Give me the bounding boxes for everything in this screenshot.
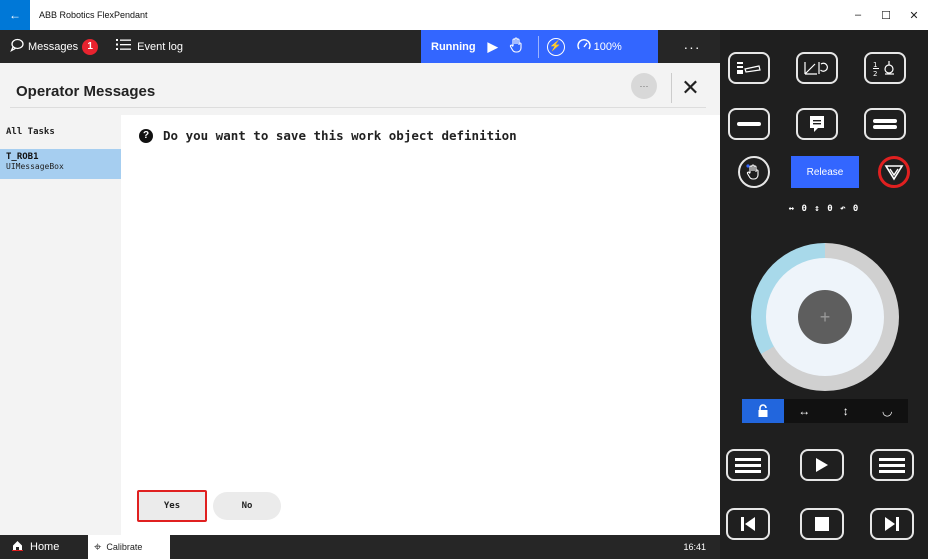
play-icon: ▶ [487, 38, 498, 54]
menu-right-button[interactable] [870, 449, 914, 481]
menu-left-button[interactable] [726, 449, 770, 481]
more-menu-button[interactable]: ··· [672, 30, 712, 63]
panel-header: Operator Messages ··· ✕ [0, 63, 720, 115]
jog-mode-selector: ↔ ↕ ◡ [742, 399, 908, 423]
all-tasks-item[interactable]: All Tasks [6, 127, 55, 137]
task-sidebar: All Tasks T_ROB1 UIMessageBox [0, 115, 121, 535]
window-controls: – ☐ ✕ [844, 0, 928, 30]
play-button[interactable] [800, 449, 844, 481]
stop-button[interactable] [800, 508, 844, 540]
event-log-button[interactable]: Event log [116, 38, 183, 55]
minus-button[interactable] [728, 108, 770, 140]
chat-bubble-icon [10, 38, 24, 55]
step-forward-button[interactable] [870, 508, 914, 540]
message-content: ? Do you want to save this work object d… [121, 115, 720, 535]
increment-button[interactable]: 12 [864, 52, 906, 84]
task-source: UIMessageBox [6, 162, 64, 171]
release-button[interactable]: Release [791, 156, 859, 188]
enable-hand-icon[interactable] [738, 156, 770, 188]
calibrate-label: Calibrate [106, 542, 143, 552]
task-item-t-rob1[interactable]: T_ROB1 UIMessageBox [0, 149, 121, 179]
task-name: T_ROB1 [6, 152, 39, 162]
app-top-bar: Messages 1 Event log Running ▶ ⚡ 100% ··… [0, 30, 720, 63]
axis-readout: ↔ 0 ↕ 0 ↶ 0 [788, 204, 860, 214]
event-log-label: Event log [137, 40, 184, 53]
running-status: Running [431, 40, 476, 53]
bars-icon [879, 457, 905, 473]
joystick-pad[interactable]: + [766, 258, 884, 376]
home-label: Home [30, 541, 60, 553]
messages-button[interactable]: Messages 1 [10, 38, 99, 55]
flexpendant-window: ← ABB Robotics FlexPendant – ☐ ✕ Message… [0, 0, 928, 559]
bars-icon [735, 457, 761, 473]
list-icon [116, 38, 132, 55]
mechanical-unit-button[interactable] [728, 52, 770, 84]
messages-label: Messages [28, 40, 79, 53]
message-text: Do you want to save this work object def… [163, 128, 517, 143]
minimize-icon[interactable]: – [844, 0, 872, 30]
panel-close-button[interactable]: ✕ [671, 73, 709, 103]
gauge-icon [576, 39, 591, 54]
vertical-mode-icon[interactable]: ↕ [825, 399, 867, 423]
back-arrow-icon[interactable]: ← [0, 0, 30, 30]
bottom-bar: Home ⌖ Calibrate 16:41 [0, 535, 720, 559]
svg-text:1: 1 [873, 61, 877, 69]
lock-mode-icon[interactable] [742, 399, 784, 423]
question-icon: ? [139, 128, 153, 143]
message-row: ? Do you want to save this work object d… [139, 128, 517, 143]
joystick-knob[interactable]: + [798, 290, 852, 344]
controller-status-bar[interactable]: Running ▶ ⚡ 100% [421, 30, 658, 63]
svg-text:2: 2 [873, 70, 877, 77]
hand-icon [508, 36, 526, 57]
clock: 16:41 [683, 542, 706, 552]
yes-button[interactable]: Yes [137, 490, 207, 522]
speed-indicator: 100% [576, 39, 622, 54]
emergency-stop-icon[interactable] [878, 156, 910, 188]
horizontal-mode-icon[interactable]: ↔ [784, 399, 826, 423]
jog-panel: 12 Release ↔ 0 ↕ 0 ↶ 0 + ↔ ↕ ◡ [720, 30, 928, 559]
joystick-dial[interactable]: + [751, 243, 899, 391]
home-icon [12, 540, 23, 554]
note-button[interactable] [796, 108, 838, 140]
rotate-mode-icon[interactable]: ◡ [867, 399, 909, 423]
window-title: ABB Robotics FlexPendant [39, 10, 148, 20]
window-titlebar: ← ABB Robotics FlexPendant – ☐ ✕ [0, 0, 928, 30]
motors-on-icon: ⚡ [546, 37, 565, 56]
equal-button[interactable] [864, 108, 906, 140]
maximize-icon[interactable]: ☐ [872, 0, 900, 30]
window-close-icon[interactable]: ✕ [900, 0, 928, 30]
no-button[interactable]: No [213, 492, 281, 520]
speed-value: 100% [593, 40, 622, 53]
step-backward-button[interactable] [726, 508, 770, 540]
home-button[interactable]: Home [12, 540, 59, 554]
status-divider [537, 35, 539, 58]
crosshair-icon: ⌖ [94, 539, 102, 554]
header-divider [10, 107, 706, 108]
motion-mode-button[interactable] [796, 52, 838, 84]
page-title: Operator Messages [16, 83, 156, 100]
calibrate-tab[interactable]: ⌖ Calibrate [88, 535, 170, 559]
messages-count-badge: 1 [82, 38, 99, 55]
panel-more-button[interactable]: ··· [631, 73, 657, 99]
